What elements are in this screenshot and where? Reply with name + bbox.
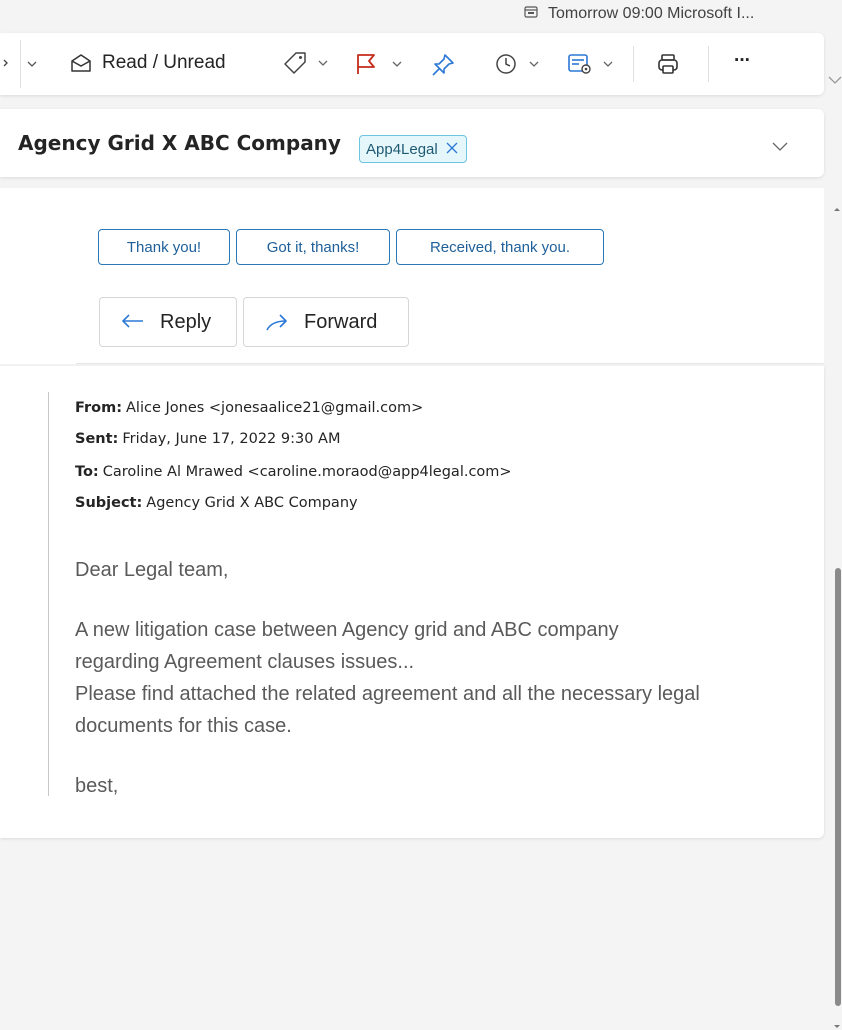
reminder-notice[interactable]: Tomorrow 09:00 Microsoft I... [524,0,842,28]
reply-arrow-icon [122,314,143,328]
reminder-text: Tomorrow 09:00 Microsoft I... [548,5,755,22]
message-greeting: Dear Legal team, [75,559,229,581]
sent-label: Sent: [75,431,119,447]
toolbar-divider [708,46,709,82]
close-icon[interactable] [446,141,458,158]
forward-button[interactable]: Forward [243,297,409,347]
category-tag[interactable]: App4Legal [359,135,467,163]
dropdown-chevron[interactable] [27,59,37,69]
printer-icon [658,54,678,74]
tag-icon [284,52,306,74]
subject-value: Agency Grid X ABC Company [146,495,358,511]
sent-value: Friday, June 17, 2022 9:30 AM [122,431,341,447]
clock-icon [496,54,516,74]
header-sent: Sent: Friday, June 17, 2022 9:30 AM [75,431,340,447]
message-line-2: regarding Agreement clauses issues... [75,651,415,673]
from-value: Alice Jones <jonesaalice21@gmail.com> [126,400,424,416]
message-line-3: Please find attached the related agreeme… [75,683,700,705]
chevron-down-icon [27,61,37,67]
message-signoff: best, [75,775,119,797]
rules-button[interactable] [567,52,613,76]
toolbar-partial-item[interactable] [0,49,10,79]
category-label: App4Legal [366,140,438,158]
envelope-open-icon [71,54,91,72]
reply-label: Reply [160,310,212,333]
message-line-4: documents for this case. [75,715,292,737]
chevron-down-icon [603,61,613,67]
scroll-up-arrow[interactable] [832,198,842,217]
scrollbar-thumb[interactable] [835,568,841,1006]
partial-icon [3,59,8,67]
ribbon-expand-chevron[interactable] [828,72,842,91]
reply-button[interactable]: Reply [99,297,237,347]
toolbar-divider [633,46,634,82]
header-to: To: Caroline Al Mrawed <caroline.moraod@a… [75,464,512,480]
email-subject-title: Agency Grid X ABC Company [18,131,341,155]
message-line-1: A new litigation case between Agency gri… [75,619,619,641]
flag-button[interactable] [354,52,402,76]
subject-label: Subject: [75,495,143,511]
chevron-down-icon [828,76,842,84]
rules-icon [568,54,591,74]
from-label: From: [75,400,122,416]
header-from: From: Alice Jones <jonesaalice21@gmail.co… [75,400,423,416]
print-button[interactable] [656,52,680,76]
forward-label: Forward [304,310,378,333]
flag-icon [357,54,375,74]
pin-button[interactable] [430,52,456,78]
calendar-icon [524,5,538,23]
read-unread-button[interactable]: Read / Unread [70,52,226,74]
quoted-message-border [48,392,49,796]
quick-reply-3[interactable]: Received, thank you. [396,229,604,265]
snooze-button[interactable] [495,53,539,75]
chevron-down-icon [772,142,788,151]
chevron-down-icon [392,61,402,67]
quick-reply-2[interactable]: Got it, thanks! [236,229,390,265]
chevron-down-icon [318,60,328,66]
header-subject: Subject: Agency Grid X ABC Company [75,495,358,511]
toolbar-divider [20,40,21,88]
read-unread-label: Read / Unread [102,52,226,73]
quick-reply-1[interactable]: Thank you! [98,229,230,265]
to-label: To: [75,464,99,480]
categorize-button[interactable] [282,50,328,76]
more-actions-label: ··· [734,50,751,71]
expand-conversation-button[interactable] [772,137,788,156]
pin-icon [432,54,454,76]
to-value: Caroline Al Mrawed <caroline.moraod@app4… [102,464,512,480]
chevron-down-icon [529,61,539,67]
scroll-down-arrow[interactable] [832,1016,842,1030]
forward-arrow-icon [266,314,287,331]
section-divider [76,363,824,364]
message-toolbar: Read / Unread ··· [0,33,824,95]
more-actions-button[interactable]: ··· [734,50,751,72]
